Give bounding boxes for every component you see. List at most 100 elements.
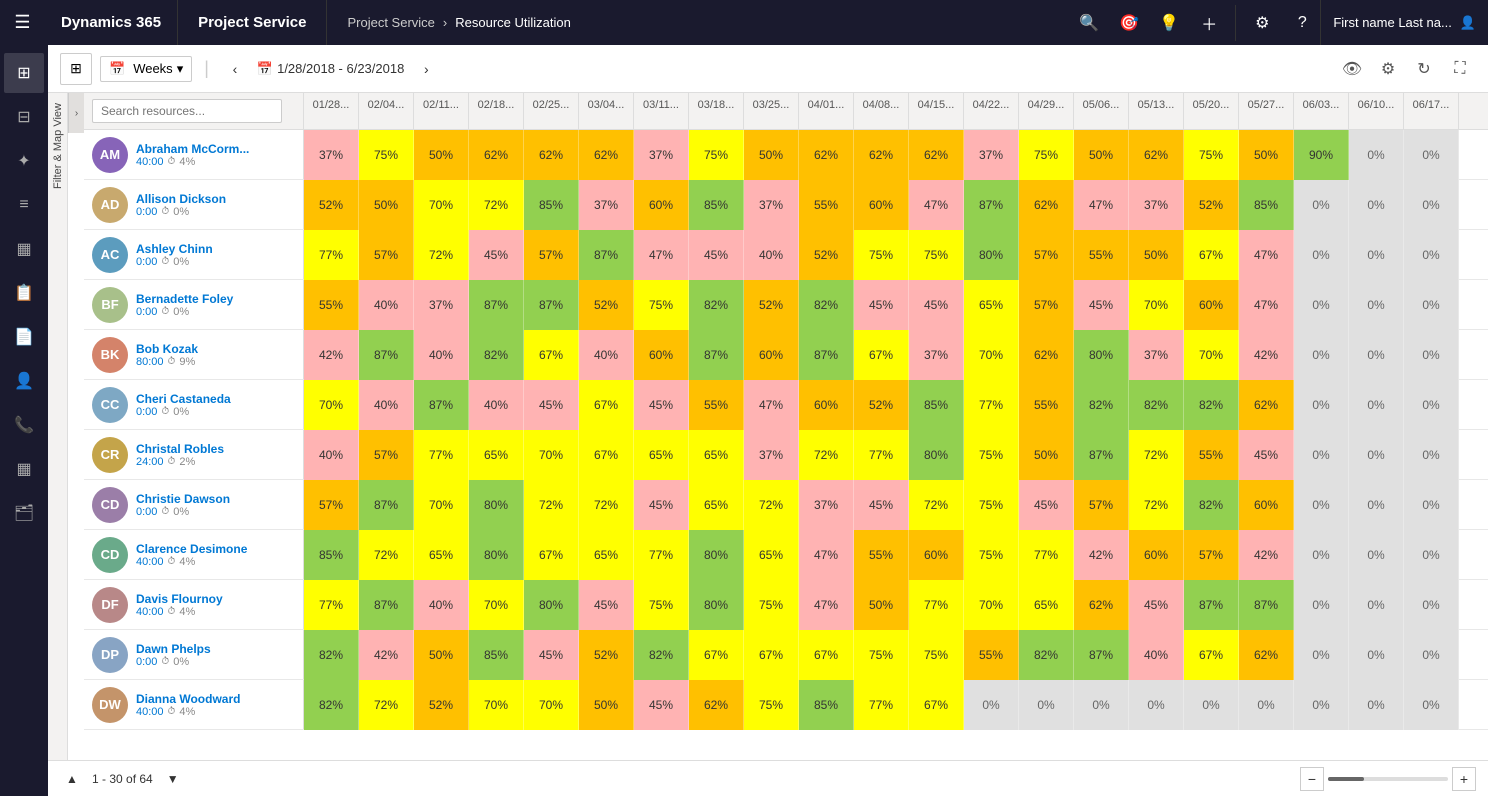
utilization-cell: 0%	[964, 680, 1019, 730]
utilization-cell: 0%	[1294, 180, 1349, 230]
fullscreen-icon[interactable]: ⛶	[1444, 53, 1476, 85]
calendar-icon: 📅	[109, 61, 125, 77]
resource-name[interactable]: Bernadette Foley	[136, 292, 295, 306]
target-icon-btn[interactable]: 🎯	[1111, 5, 1147, 41]
resource-info: DFDavis Flournoy40:00⏱4%	[84, 580, 304, 629]
help-icon-btn[interactable]: ?	[1284, 5, 1320, 41]
utilization-cell: 82%	[1129, 380, 1184, 430]
sidebar-apps-icon[interactable]: ⊟	[4, 97, 44, 137]
utilization-cell: 60%	[744, 330, 799, 380]
search-icon-btn[interactable]: 🔍	[1071, 5, 1107, 41]
utilization-cell: 82%	[1184, 380, 1239, 430]
page-down-button[interactable]: ▼	[161, 767, 185, 791]
zoom-in-button[interactable]: +	[1452, 767, 1476, 791]
sidebar-star-icon[interactable]: ✦	[4, 141, 44, 181]
collapse-panel-button[interactable]: ›	[68, 93, 84, 133]
expand-button[interactable]: ⊞	[60, 53, 92, 85]
dynamics-365-logo[interactable]: Dynamics 365	[45, 0, 178, 45]
utilization-cell: 62%	[1019, 180, 1074, 230]
resource-name[interactable]: Davis Flournoy	[136, 592, 295, 606]
resource-meta: 40:00⏱4%	[136, 606, 295, 618]
utilization-cell: 52%	[304, 180, 359, 230]
sidebar-home-icon[interactable]: ⊞	[4, 53, 44, 93]
chevron-right-icon: ›	[75, 108, 78, 119]
resource-name[interactable]: Dawn Phelps	[136, 642, 295, 656]
utilization-cell: 82%	[304, 630, 359, 680]
utilization-cell: 45%	[524, 380, 579, 430]
refresh-icon[interactable]: ↻	[1408, 53, 1440, 85]
avatar: DP	[92, 637, 128, 673]
resource-hours: 0:00	[136, 506, 157, 518]
lightbulb-icon-btn[interactable]: 💡	[1151, 5, 1187, 41]
utilization-cell: 40%	[359, 380, 414, 430]
utilization-cell: 85%	[304, 530, 359, 580]
resource-name[interactable]: Ashley Chinn	[136, 242, 295, 256]
utilization-cell: 87%	[469, 280, 524, 330]
avatar: AD	[92, 187, 128, 223]
sidebar-phone-icon[interactable]: 📞	[4, 405, 44, 445]
date-next-button[interactable]: ›	[412, 55, 440, 83]
sidebar-calendar-icon[interactable]: ▦	[4, 229, 44, 269]
project-service-nav[interactable]: Project Service	[178, 0, 327, 45]
filter-map-view-panel[interactable]: Filter & Map View	[48, 93, 68, 760]
utilization-cell: 45%	[909, 280, 964, 330]
utilization-cell: 37%	[304, 130, 359, 180]
resource-name[interactable]: Clarence Desimone	[136, 542, 295, 556]
utilization-cell: 87%	[1074, 630, 1129, 680]
utilization-cell: 70%	[964, 580, 1019, 630]
sidebar-list-icon[interactable]: ≡	[4, 185, 44, 225]
resource-row: DFDavis Flournoy40:00⏱4%77%87%40%70%80%4…	[84, 580, 1488, 630]
resource-pct: 0%	[173, 406, 189, 418]
sidebar-person-icon[interactable]: 👤	[4, 361, 44, 401]
utilization-cell: 80%	[524, 580, 579, 630]
page-up-button[interactable]: ▲	[60, 767, 84, 791]
hamburger-menu[interactable]: ☰	[0, 0, 45, 45]
settings-icon-btn[interactable]: ⚙	[1244, 5, 1280, 41]
utilization-cell: 52%	[854, 380, 909, 430]
sidebar-database-icon[interactable]: 🗂	[4, 493, 44, 533]
utilization-cell: 0%	[1404, 380, 1459, 430]
sidebar-report-icon[interactable]: 📋	[4, 273, 44, 313]
settings-toolbar-icon[interactable]: ⚙	[1372, 53, 1404, 85]
date-header-cell: 04/22...	[964, 93, 1019, 129]
utilization-cell: 0%	[1404, 430, 1459, 480]
search-input[interactable]	[92, 99, 282, 123]
resource-name[interactable]: Abraham McCorm...	[136, 142, 295, 156]
user-profile[interactable]: First name Last na... 👤	[1320, 0, 1488, 45]
resource-name[interactable]: Allison Dickson	[136, 192, 295, 206]
utilization-cell: 75%	[854, 630, 909, 680]
utilization-cell: 60%	[634, 180, 689, 230]
sidebar-document-icon[interactable]: 📄	[4, 317, 44, 357]
zoom-out-button[interactable]: −	[1300, 767, 1324, 791]
utilization-cell: 45%	[1129, 580, 1184, 630]
utilization-cell: 40%	[359, 280, 414, 330]
resource-details: Dianna Woodward40:00⏱4%	[136, 692, 295, 718]
utilization-cell: 45%	[469, 230, 524, 280]
resource-pct: 4%	[179, 606, 195, 618]
sidebar-table-icon[interactable]: ▦	[4, 449, 44, 489]
utilization-cell: 52%	[799, 230, 854, 280]
utilization-cell: 82%	[799, 280, 854, 330]
resource-name[interactable]: Cheri Castaneda	[136, 392, 295, 406]
resource-name[interactable]: Dianna Woodward	[136, 692, 295, 706]
utilization-cell: 62%	[689, 680, 744, 730]
utilization-cell: 85%	[1239, 180, 1294, 230]
resource-name[interactable]: Christie Dawson	[136, 492, 295, 506]
weeks-selector[interactable]: 📅 Weeks ▾	[100, 56, 192, 82]
date-prev-button[interactable]: ‹	[221, 55, 249, 83]
add-icon-btn[interactable]: ＋	[1191, 5, 1227, 41]
resource-details: Clarence Desimone40:00⏱4%	[136, 542, 295, 568]
view-toggle-icon[interactable]: 👁	[1336, 53, 1368, 85]
utilization-cell: 80%	[689, 530, 744, 580]
resource-details: Christal Robles24:00⏱2%	[136, 442, 295, 468]
utilization-cell: 90%	[1294, 130, 1349, 180]
utilization-cell: 0%	[1349, 580, 1404, 630]
utilization-cell: 45%	[689, 230, 744, 280]
chevron-down-icon: ▾	[177, 61, 184, 77]
utilization-cell: 87%	[964, 180, 1019, 230]
utilization-cell: 0%	[1404, 230, 1459, 280]
utilization-cell: 75%	[854, 230, 909, 280]
utilization-cell: 57%	[1184, 530, 1239, 580]
resource-name[interactable]: Christal Robles	[136, 442, 295, 456]
resource-name[interactable]: Bob Kozak	[136, 342, 295, 356]
